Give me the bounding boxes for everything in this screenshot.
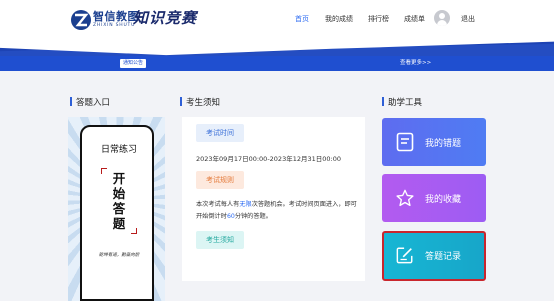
answer-records-button[interactable]: 答题记录 (382, 231, 486, 281)
start-char: 题 (112, 216, 126, 231)
nav-home[interactable]: 首页 (295, 14, 309, 24)
practice-scroll[interactable]: 日常练习 开 始 答 题 乾坤有道，勤奋向前 (80, 125, 154, 301)
notice-card: 考试时间 2023年09月17日00:00-2023年12月31日00:00 考… (182, 117, 365, 281)
practice-title: 日常练习 (100, 145, 137, 155)
exam-time-label: 考试时间 (196, 124, 244, 142)
notice-tag[interactable]: 通知公告 (120, 59, 147, 68)
rules-text-part: 本次考试每人有 (196, 201, 240, 208)
brand-title: 知识竞赛 (133, 9, 198, 27)
daily-practice-card[interactable]: 日常练习 开 始 答 题 乾坤有道，勤奋向前 (68, 117, 165, 301)
nav-score-report[interactable]: 成绩单 (404, 14, 425, 24)
section-title-entry: 答题入口 (70, 96, 110, 108)
edit-icon (396, 247, 413, 264)
rules-highlight: 无限 (239, 201, 252, 208)
section-title-tools: 助学工具 (382, 96, 422, 108)
document-icon (396, 132, 414, 152)
section-title-notice: 考生须知 (180, 96, 220, 108)
rules-highlight: 60 (226, 213, 235, 220)
practice-motto: 乾坤有道，勤奋向前 (98, 253, 140, 258)
tool-label: 答题记录 (425, 252, 462, 262)
rules-text-part: 分钟的答题。 (234, 213, 272, 220)
top-header: 智信教图 ZHIXIN SHUTU 知识竞赛 首页 我的成绩 排行榜 成绩单 退… (0, 0, 554, 38)
my-wrong-questions-button[interactable]: 我的错题 (382, 118, 486, 166)
exam-rules-text: 本次考试每人有无限次答题机会。考试时间页面进入，即可开始倒计时60分钟的答题。 (196, 199, 358, 223)
nav-ranking[interactable]: 排行榜 (368, 14, 389, 24)
notice-more-link[interactable]: 查看更多>> (400, 59, 431, 68)
exam-notes-label: 考生须知 (196, 231, 244, 249)
exam-time-value: 2023年09月17日00:00-2023年12月31日00:00 (196, 155, 341, 163)
start-char: 始 (112, 186, 126, 201)
zhixin-logo-icon[interactable] (70, 9, 92, 31)
hero-banner (0, 38, 554, 56)
start-answer-button[interactable]: 开 始 答 题 (82, 171, 156, 231)
tool-label: 我的收藏 (425, 195, 462, 205)
exam-rules-label: 考试规则 (196, 171, 244, 189)
my-favorites-button[interactable]: 我的收藏 (382, 174, 486, 222)
bracket-right (131, 228, 137, 234)
user-avatar-icon[interactable] (434, 10, 450, 26)
nav-logout[interactable]: 退出 (461, 14, 475, 24)
tool-label: 我的错题 (425, 139, 462, 149)
start-char: 开 (112, 171, 126, 186)
notice-bar: 通知公告 查看更多>> (0, 56, 554, 71)
nav-my-scores[interactable]: 我的成绩 (325, 14, 353, 24)
star-icon (396, 189, 414, 207)
start-char: 答 (112, 201, 126, 216)
logo-subtext: ZHIXIN SHUTU (93, 23, 136, 28)
